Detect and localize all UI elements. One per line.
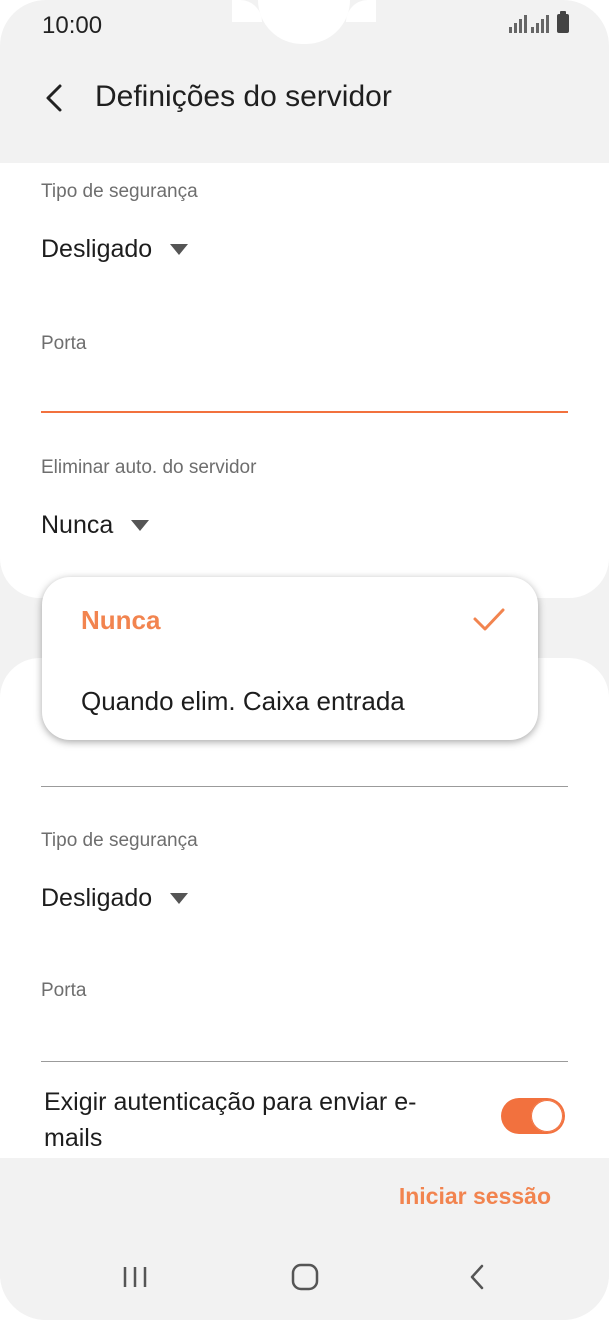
- outgoing-security-type-select[interactable]: Desligado: [41, 884, 189, 913]
- auto-delete-value: Nunca: [41, 511, 114, 539]
- nav-back-button[interactable]: [452, 1257, 502, 1297]
- home-icon: [291, 1263, 319, 1291]
- recent-apps-icon: [123, 1267, 147, 1287]
- back-button[interactable]: [36, 78, 72, 118]
- require-auth-label: Exigir autenticação para enviar e-mails: [44, 1088, 417, 1152]
- auto-delete-label: Eliminar auto. do servidor: [41, 457, 257, 478]
- home-button[interactable]: [280, 1257, 330, 1297]
- incoming-settings-card: Tipo de segurança Desligado Porta Elimin…: [0, 163, 609, 598]
- back-icon: [470, 1264, 484, 1290]
- signal-icon: [531, 15, 549, 33]
- outgoing-port-input[interactable]: [41, 1010, 568, 1060]
- port-label: Porta: [41, 333, 87, 354]
- chevron-left-icon: [46, 84, 62, 112]
- battery-icon: [557, 11, 569, 33]
- dropdown-option-never[interactable]: Nunca: [81, 605, 160, 636]
- check-icon: [473, 608, 505, 631]
- camera-notch: [258, 0, 350, 44]
- outgoing-security-type-label: Tipo de segurança: [41, 830, 198, 851]
- sign-in-button[interactable]: Iniciar sessão: [399, 1183, 551, 1210]
- dropdown-arrow-icon: [170, 893, 189, 904]
- status-icons: [509, 11, 569, 33]
- security-type-label: Tipo de segurança: [41, 181, 198, 202]
- status-time: 10:00: [42, 12, 103, 39]
- auto-delete-select[interactable]: Nunca: [41, 511, 150, 540]
- security-type-value: Desligado: [41, 235, 153, 263]
- navigation-bar: [0, 1245, 609, 1311]
- auto-delete-dropdown-menu: Nunca Quando elim. Caixa entrada: [42, 577, 538, 740]
- notch-edge: [346, 0, 376, 22]
- port-input-underline: [41, 411, 568, 413]
- page-title: Definições do servidor: [95, 80, 392, 113]
- port-input[interactable]: [41, 363, 568, 413]
- outgoing-port-underline: [41, 1061, 568, 1062]
- require-auth-toggle[interactable]: [501, 1098, 565, 1134]
- field-underline: [41, 786, 568, 787]
- app-header: Definições do servidor: [0, 60, 609, 160]
- status-bar: 10:00: [0, 0, 609, 50]
- outgoing-port-label: Porta: [41, 980, 87, 1001]
- recent-apps-button[interactable]: [110, 1257, 160, 1297]
- dropdown-arrow-icon: [170, 244, 189, 255]
- phone-screen: 10:00 Definições do servidor Tipo de seg…: [0, 0, 609, 1320]
- dropdown-option-when-deleted[interactable]: Quando elim. Caixa entrada: [81, 686, 405, 717]
- outgoing-security-type-value: Desligado: [41, 884, 153, 912]
- dropdown-arrow-icon: [131, 520, 150, 531]
- security-type-select[interactable]: Desligado: [41, 235, 189, 264]
- signal-icon: [509, 15, 527, 33]
- toggle-knob: [531, 1100, 563, 1132]
